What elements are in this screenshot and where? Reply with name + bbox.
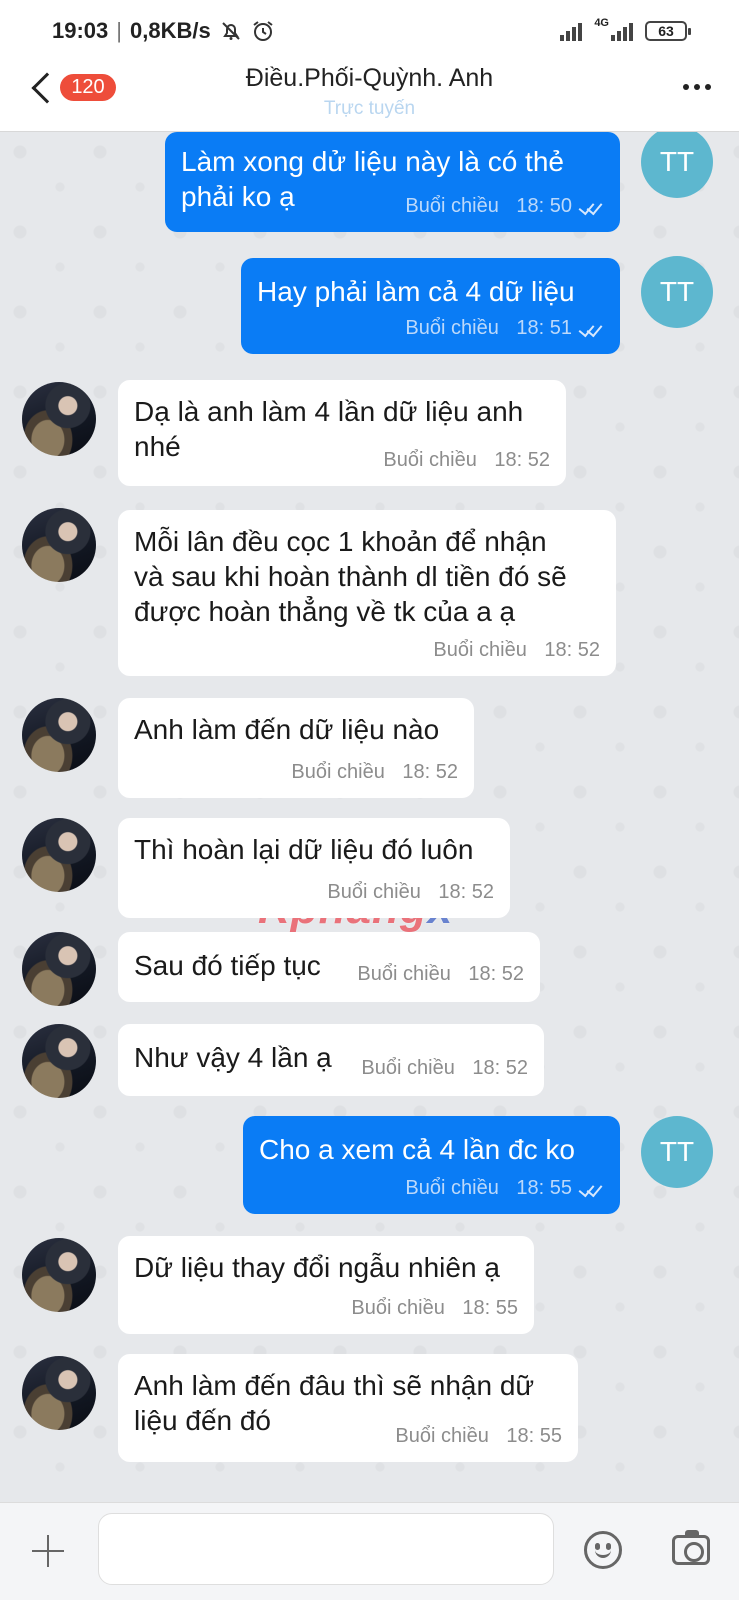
message-text: Dữ liệu thay đổi ngẫu nhiên ạ <box>134 1252 500 1283</box>
message-period: Buổi chiều <box>383 449 477 471</box>
message-bubble-received[interactable]: Dữ liệu thay đổi ngẫu nhiên ạ Buổi chiều… <box>118 1236 534 1334</box>
network-speed: 0,8KB/s <box>130 18 211 43</box>
message-meta: Buổi chiều 18: 51 <box>405 311 604 346</box>
message-period: Buổi chiều <box>433 639 527 661</box>
message-bubble-received[interactable]: Mỗi lân đều cọc 1 khoản để nhận và sau kh… <box>118 510 616 676</box>
plus-icon[interactable] <box>30 1533 66 1569</box>
message-time: 18: 52 <box>544 639 600 661</box>
camera-icon[interactable] <box>672 1530 710 1565</box>
battery-level: 63 <box>658 23 674 39</box>
message-time: 18: 52 <box>472 1057 528 1079</box>
more-options-button[interactable] <box>683 84 711 90</box>
message-text: Sau đó tiếp tục <box>134 950 321 981</box>
avatar-self[interactable]: TT <box>641 1116 713 1188</box>
avatar-contact[interactable] <box>22 1024 96 1098</box>
signal-icon <box>560 21 583 41</box>
bell-muted-icon <box>222 22 240 40</box>
message-time: 18: 50 <box>516 195 572 217</box>
message-period: Buổi chiều <box>291 761 385 783</box>
message-meta: Buổi chiều 18: 50 <box>405 189 604 224</box>
message-text: Mỗi lân đều cọc 1 khoản để nhận và sau kh… <box>134 526 567 627</box>
message-meta: Buổi chiều 18: 52 <box>433 633 600 668</box>
avatar-contact[interactable] <box>22 508 96 582</box>
message-bubble-received[interactable]: Sau đó tiếp tục Buổi chiều 18: 52 <box>118 932 540 1002</box>
message-time: 18: 52 <box>402 761 458 783</box>
message-period: Buổi chiều <box>361 1057 455 1079</box>
message-time: 18: 52 <box>494 449 550 471</box>
avatar-contact[interactable] <box>22 818 96 892</box>
message-time: 18: 52 <box>438 881 494 903</box>
message-time: 18: 55 <box>516 1177 572 1199</box>
message-bubble-received[interactable]: Thì hoàn lại dữ liệu đó luôn Buổi chiều … <box>118 818 510 918</box>
message-bubble-sent[interactable]: Cho a xem cả 4 lần đc ko Buổi chiều 18: … <box>243 1116 620 1214</box>
avatar-self[interactable]: TT <box>641 256 713 328</box>
message-time: 18: 55 <box>506 1425 562 1447</box>
message-bubble-received[interactable]: Anh làm đến đâu thì sẽ nhận dữ liệu đến đ… <box>118 1354 578 1462</box>
alarm-icon <box>253 21 273 41</box>
online-status: Trực tuyến <box>323 98 416 119</box>
message-period: Buổi chiều <box>405 195 499 217</box>
message-meta: Buổi chiều 18: 55 <box>395 1419 562 1454</box>
message-period: Buổi chiều <box>351 1297 445 1319</box>
double-check-icon <box>578 322 604 336</box>
message-period: Buổi chiều <box>327 881 421 903</box>
composer-bar <box>0 1502 739 1600</box>
contact-name: Điều.Phối-Quỳnh. Anh <box>245 64 494 92</box>
message-meta: Buổi chiều 18: 52 <box>383 443 550 478</box>
message-text: Anh làm đến dữ liệu nào <box>134 714 440 745</box>
message-text: Hay phải làm cả 4 dữ liệu <box>257 276 575 307</box>
message-meta: Buổi chiều 18: 52 <box>361 1051 528 1086</box>
message-period: Buổi chiều <box>405 1177 499 1199</box>
message-bubble-received[interactable]: Anh làm đến dữ liệu nào Buổi chiều 18: 5… <box>118 698 474 798</box>
message-list[interactable]: Làm xong dử liệu này là có thẻ phải ko ạ … <box>0 132 739 1502</box>
message-time: 18: 51 <box>516 317 572 339</box>
message-text: Như vậy 4 lần ạ <box>134 1042 332 1073</box>
message-meta: Buổi chiều 18: 52 <box>357 957 524 992</box>
message-time: 18: 52 <box>468 963 524 985</box>
status-time: 19:03 <box>52 18 109 43</box>
message-meta: Buổi chiều 18: 55 <box>351 1291 518 1326</box>
double-check-icon <box>578 1182 604 1196</box>
message-period: Buổi chiều <box>395 1425 489 1447</box>
avatar-contact[interactable] <box>22 382 96 456</box>
avatar-contact[interactable] <box>22 1356 96 1430</box>
message-meta: Buổi chiều 18: 52 <box>291 755 458 790</box>
message-bubble-received[interactable]: Như vậy 4 lần ạ Buổi chiều 18: 52 <box>118 1024 544 1096</box>
more-dots-icon <box>683 84 689 90</box>
message-bubble-sent[interactable]: Hay phải làm cả 4 dữ liệu Buổi chiều 18:… <box>241 258 620 354</box>
double-check-icon <box>578 200 604 214</box>
message-bubble-received[interactable]: Dạ là anh làm 4 lần dữ liệu anh nhé Buổi … <box>118 380 566 486</box>
network-type: 4G <box>594 17 609 29</box>
message-time: 18: 55 <box>462 1297 518 1319</box>
avatar-contact[interactable] <box>22 698 96 772</box>
message-meta: Buổi chiều 18: 55 <box>405 1171 604 1206</box>
avatar-self[interactable]: TT <box>641 132 713 198</box>
message-input[interactable] <box>98 1513 554 1585</box>
message-text: Cho a xem cả 4 lần đc ko <box>259 1134 575 1165</box>
message-meta: Buổi chiều 18: 52 <box>327 875 494 910</box>
smiley-icon[interactable] <box>584 1531 622 1569</box>
message-text: Thì hoàn lại dữ liệu đó luôn <box>134 834 474 865</box>
signal-4g-icon <box>611 21 633 41</box>
chat-header: 120 Điều.Phối-Quỳnh. Anh Trực tuyến <box>0 62 739 132</box>
avatar-contact[interactable] <box>22 932 96 1006</box>
status-bar: 19:03 | 0,8KB/s 4G 63 <box>0 0 739 62</box>
message-period: Buổi chiều <box>357 963 451 985</box>
battery-icon: 63 <box>645 21 691 41</box>
message-period: Buổi chiều <box>405 317 499 339</box>
message-bubble-sent[interactable]: Làm xong dử liệu này là có thẻ phải ko ạ … <box>165 132 620 232</box>
avatar-contact[interactable] <box>22 1238 96 1312</box>
status-separator: | <box>116 18 122 43</box>
